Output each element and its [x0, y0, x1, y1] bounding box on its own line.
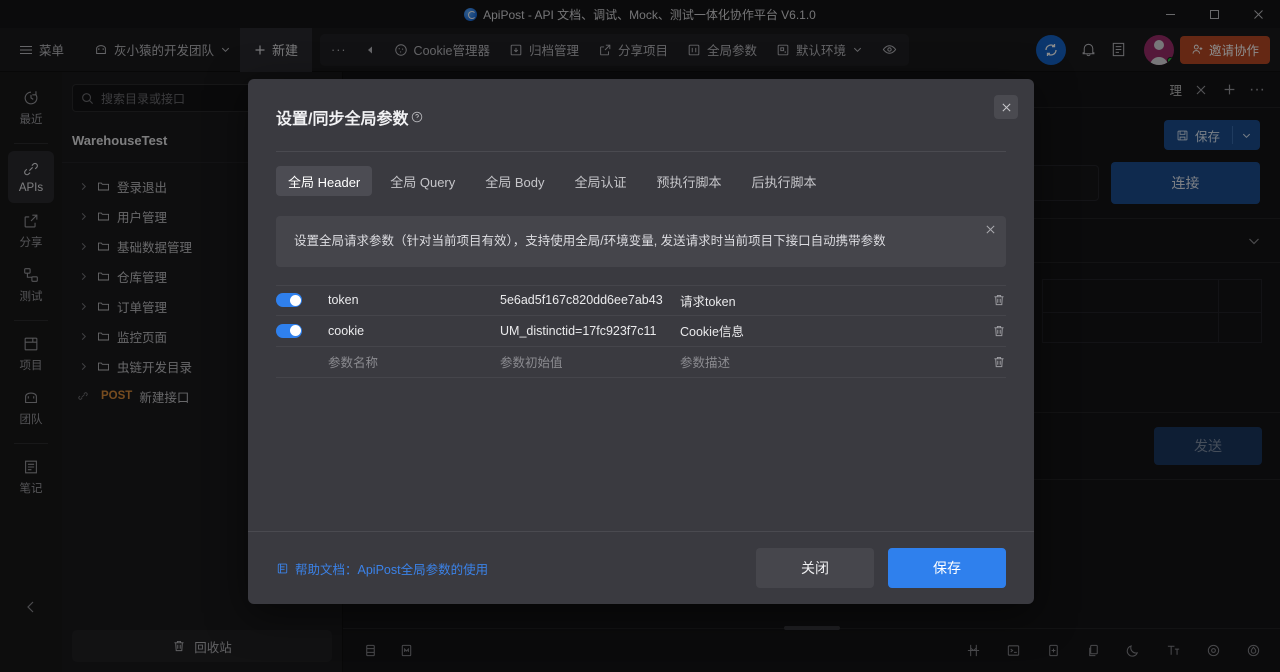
- param-desc-input[interactable]: Cookie信息: [680, 321, 976, 340]
- modal-title-group: 设置/同步全局参数: [276, 105, 1006, 129]
- tab-label: 全局 Header: [288, 172, 360, 191]
- tab-post-script[interactable]: 后执行脚本: [740, 166, 829, 196]
- tab-global-body[interactable]: 全局 Body: [473, 166, 556, 196]
- modal-title: 设置/同步全局参数: [276, 105, 408, 129]
- tab-global-header[interactable]: 全局 Header: [276, 166, 372, 196]
- params-table: token 5e6ad5f167c820dd6ee7ab43 请求token c…: [276, 285, 1006, 378]
- global-params-modal: 设置/同步全局参数 全局 Header 全局 Query 全局 Body 全局认…: [248, 79, 1034, 604]
- toggle-switch[interactable]: [276, 324, 302, 338]
- toggle-switch[interactable]: [276, 293, 302, 307]
- modal-close-button[interactable]: [994, 95, 1018, 119]
- param-name-input[interactable]: cookie: [328, 324, 500, 338]
- table-row: token 5e6ad5f167c820dd6ee7ab43 请求token: [276, 285, 1006, 316]
- tab-label: 预执行脚本: [657, 172, 722, 191]
- tab-label: 全局 Query: [390, 172, 455, 191]
- tab-pre-script[interactable]: 预执行脚本: [645, 166, 734, 196]
- modal-save-button[interactable]: 保存: [888, 548, 1006, 588]
- app-root: ApiPost - API 文档、调试、Mock、测试一体化协作平台 V6.1.…: [0, 0, 1280, 672]
- info-banner: 设置全局请求参数（针对当前项目有效），支持使用全局/环境变量, 发送请求时当前项…: [276, 216, 1006, 267]
- book-icon: [276, 562, 289, 575]
- modal-footer: 帮助文档：ApiPost全局参数的使用 关闭 保存: [248, 531, 1034, 604]
- tab-label: 后执行脚本: [752, 172, 817, 191]
- param-desc-input[interactable]: 请求token: [680, 291, 976, 310]
- tab-label: 全局 Body: [485, 172, 544, 191]
- modal-tab-bar: 全局 Header 全局 Query 全局 Body 全局认证 预执行脚本 后执…: [248, 152, 1034, 196]
- banner-close-icon[interactable]: [985, 224, 996, 235]
- delete-row-icon[interactable]: [976, 324, 1006, 338]
- param-enabled-toggle[interactable]: [276, 324, 328, 338]
- modal-footer-buttons: 关闭 保存: [756, 548, 1006, 588]
- delete-row-icon[interactable]: [976, 293, 1006, 307]
- table-row-empty: 参数名称 参数初始值 参数描述: [276, 347, 1006, 378]
- param-enabled-toggle[interactable]: [276, 293, 328, 307]
- param-name-input[interactable]: 参数名称: [328, 352, 500, 371]
- tab-global-auth[interactable]: 全局认证: [563, 166, 639, 196]
- param-value-input[interactable]: 5e6ad5f167c820dd6ee7ab43: [500, 293, 680, 307]
- help-circle-icon[interactable]: [411, 111, 423, 123]
- tab-label: 全局认证: [575, 172, 627, 191]
- param-value-input[interactable]: UM_distinctid=17fc923f7c11: [500, 324, 680, 338]
- close-button-label: 关闭: [801, 558, 829, 578]
- info-banner-text: 设置全局请求参数（针对当前项目有效），支持使用全局/环境变量, 发送请求时当前项…: [294, 234, 886, 248]
- param-name-input[interactable]: token: [328, 293, 500, 307]
- save-button-label: 保存: [933, 558, 961, 578]
- param-desc-input[interactable]: 参数描述: [680, 352, 976, 371]
- help-doc-label: 帮助文档：ApiPost全局参数的使用: [295, 559, 488, 578]
- modal-close-action-button[interactable]: 关闭: [756, 548, 874, 588]
- param-value-input[interactable]: 参数初始值: [500, 352, 680, 371]
- delete-row-icon[interactable]: [976, 355, 1006, 369]
- modal-header: 设置/同步全局参数: [248, 79, 1034, 129]
- table-row: cookie UM_distinctid=17fc923f7c11 Cookie…: [276, 316, 1006, 347]
- help-doc-link[interactable]: 帮助文档：ApiPost全局参数的使用: [276, 559, 488, 578]
- tab-global-query[interactable]: 全局 Query: [378, 166, 467, 196]
